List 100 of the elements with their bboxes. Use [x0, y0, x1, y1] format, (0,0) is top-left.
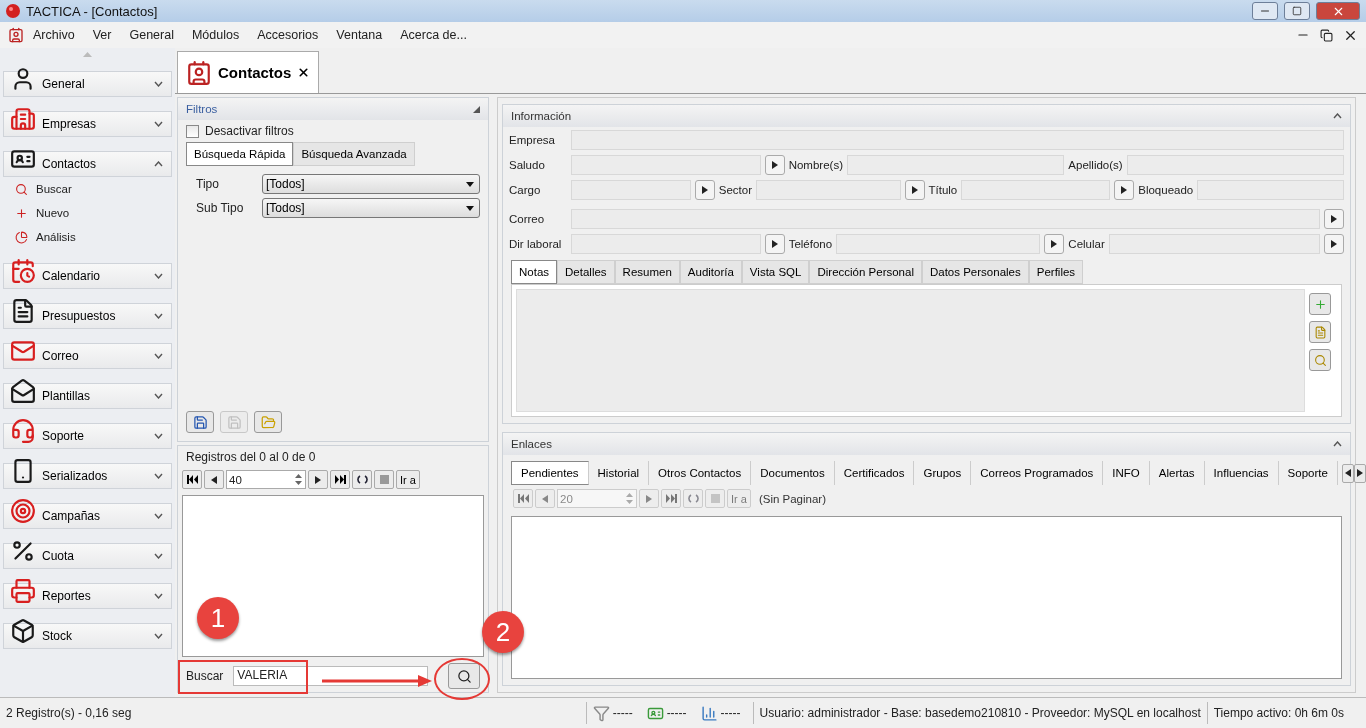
- close-button[interactable]: [1316, 2, 1360, 20]
- previous-page-button[interactable]: [204, 470, 224, 489]
- first-page-button[interactable]: [182, 470, 202, 489]
- restore-icon[interactable]: [1320, 28, 1333, 42]
- sidebar-item[interactable]: Empresas: [3, 111, 172, 137]
- headset-icon: [10, 418, 36, 444]
- text-field[interactable]: [571, 154, 761, 175]
- tab[interactable]: Datos Personales: [921, 260, 1029, 284]
- text-field[interactable]: [756, 179, 901, 200]
- field-label: Sector: [718, 183, 752, 196]
- square-icon: [710, 494, 720, 503]
- dropdown[interactable]: [Todos]: [262, 198, 480, 218]
- picker-button[interactable]: [1044, 233, 1065, 254]
- find-note-button[interactable]: [1309, 349, 1331, 371]
- search-icon: [456, 668, 472, 684]
- text-field[interactable]: [1108, 233, 1320, 254]
- status-counter: -----: [612, 706, 633, 720]
- tab[interactable]: Notas: [511, 260, 558, 284]
- tab[interactable]: Otros Contactos: [649, 461, 752, 485]
- scroll-left-button[interactable]: [1341, 463, 1354, 483]
- picker-button[interactable]: [1324, 208, 1344, 229]
- menu-item[interactable]: Ventana: [327, 28, 392, 42]
- chevron-up-icon: [1333, 441, 1342, 447]
- sidebar-item[interactable]: Correo: [3, 343, 172, 369]
- note-icon: [1313, 325, 1327, 339]
- first-icon: [186, 475, 198, 484]
- tab[interactable]: Resumen: [614, 260, 680, 284]
- text-field[interactable]: [571, 233, 761, 254]
- field-label: Celular: [1068, 237, 1105, 250]
- right-triangle-icon: [699, 184, 710, 195]
- chevron-up-icon: [154, 161, 163, 167]
- tab[interactable]: Historial: [588, 461, 650, 485]
- tab[interactable]: Grupos: [914, 461, 972, 485]
- field-label: Cargo: [509, 183, 542, 196]
- last-page-button[interactable]: [330, 470, 350, 489]
- panel-title: Filtros: [186, 103, 218, 115]
- next-page-button[interactable]: [308, 470, 328, 489]
- highlight-ring: [434, 658, 490, 700]
- menu-item[interactable]: General: [120, 28, 183, 42]
- text-field[interactable]: [847, 154, 1065, 175]
- tab[interactable]: Influencias: [1204, 461, 1279, 485]
- checkbox[interactable]: [186, 124, 199, 138]
- picker-button[interactable]: [1114, 179, 1135, 200]
- dropdown[interactable]: [Todos]: [262, 174, 480, 194]
- tab[interactable]: INFO: [1103, 461, 1150, 485]
- text-field[interactable]: [836, 233, 1041, 254]
- chevron-down-icon: [154, 393, 163, 399]
- tab[interactable]: Soporte: [1278, 461, 1338, 485]
- text-field[interactable]: [1126, 154, 1344, 175]
- menu-item[interactable]: Ver: [83, 28, 121, 42]
- text-field[interactable]: [571, 208, 1320, 229]
- refresh-button[interactable]: [352, 470, 372, 489]
- menu-item[interactable]: Acerca de...: [391, 28, 476, 42]
- tab[interactable]: Alertas: [1149, 461, 1205, 485]
- chevron-down-icon: [154, 553, 163, 559]
- panel-title: Enlaces: [511, 438, 552, 450]
- tab[interactable]: Auditoría: [679, 260, 742, 284]
- menu-item[interactable]: Archivo: [24, 28, 84, 42]
- search-button[interactable]: [448, 663, 480, 689]
- sidebar-item[interactable]: General: [3, 71, 172, 97]
- tab[interactable]: Pendientes: [511, 461, 589, 485]
- open-button[interactable]: [254, 411, 282, 433]
- picker-button[interactable]: [904, 179, 925, 200]
- tab[interactable]: Correos Programados: [971, 461, 1104, 485]
- picker-button[interactable]: [764, 233, 785, 254]
- sidebar-subitem[interactable]: Buscar: [3, 177, 172, 201]
- go-to-button[interactable]: Ir a: [396, 470, 420, 489]
- text-field[interactable]: [571, 129, 1344, 150]
- sidebar-item[interactable]: Contactos: [3, 151, 172, 177]
- page-size-field[interactable]: 40: [226, 470, 306, 489]
- text-field[interactable]: [1197, 179, 1344, 200]
- tab[interactable]: Dirección Personal: [809, 260, 922, 284]
- menu-item[interactable]: Accesorios: [248, 28, 328, 42]
- picker-button[interactable]: [1324, 233, 1344, 254]
- corner-icon: [473, 105, 480, 113]
- uptime: Tiempo activo: 0h 6m 0s: [1206, 702, 1366, 724]
- minimize-button[interactable]: [1252, 2, 1278, 20]
- menu-item[interactable]: Módulos: [182, 28, 249, 42]
- chevron-down-icon: [154, 121, 163, 127]
- save-button[interactable]: [186, 411, 214, 433]
- tab[interactable]: Vista SQL: [741, 260, 810, 284]
- add-note-button[interactable]: [1309, 293, 1331, 315]
- tab[interactable]: Documentos: [751, 461, 835, 485]
- search-icon: [1313, 353, 1327, 367]
- picker-button[interactable]: [694, 179, 715, 200]
- chevron-down-icon: [154, 81, 163, 87]
- text-field[interactable]: [961, 179, 1111, 200]
- document-tab[interactable]: Contactos: [177, 51, 320, 93]
- sidebar-subitem[interactable]: Nuevo: [3, 201, 172, 225]
- sidebar-subitem[interactable]: Análisis: [3, 225, 172, 249]
- tab[interactable]: Detalles: [557, 260, 615, 284]
- tab[interactable]: Perfiles: [1028, 260, 1084, 284]
- sidebar-item[interactable]: Cuota: [3, 543, 172, 569]
- tab[interactable]: Búsqueda Avanzada: [293, 142, 415, 166]
- tab[interactable]: Certificados: [834, 461, 915, 485]
- maximize-button[interactable]: [1284, 2, 1310, 20]
- tab[interactable]: Búsqueda Rápida: [186, 142, 294, 166]
- edit-note-button[interactable]: [1309, 321, 1331, 343]
- picker-button[interactable]: [764, 154, 785, 175]
- text-field[interactable]: [571, 179, 691, 200]
